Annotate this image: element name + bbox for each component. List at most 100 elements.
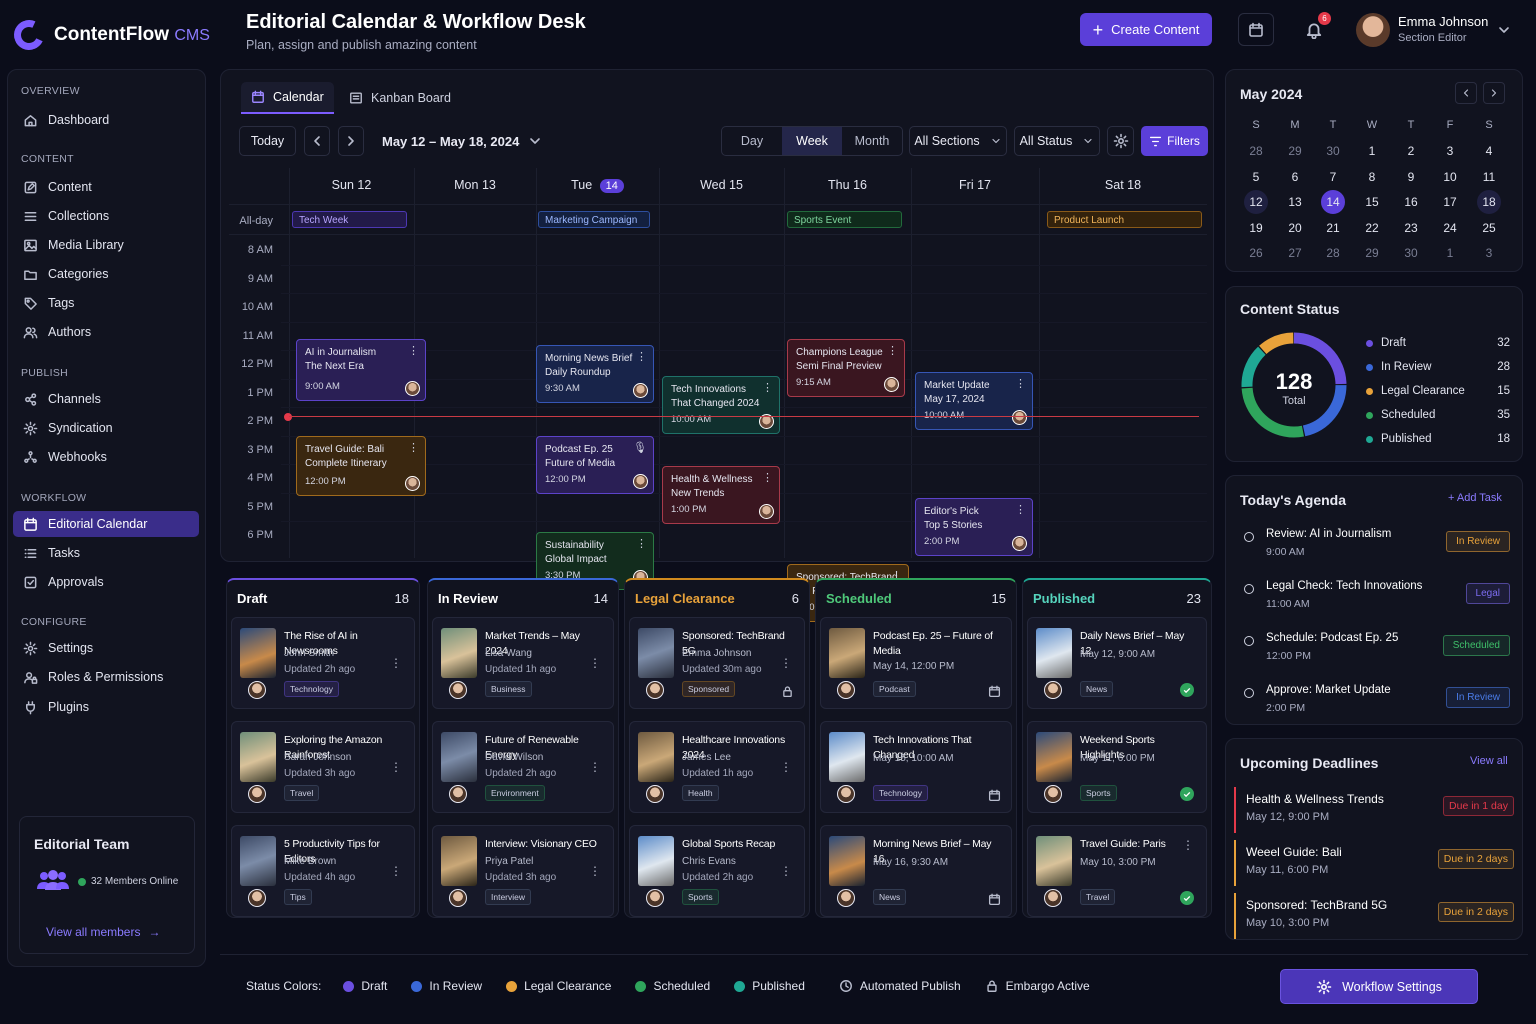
calendar-day[interactable]: 24 — [1436, 217, 1464, 239]
sidebar-item-collections[interactable]: Collections — [13, 203, 199, 229]
more-vertical-icon[interactable]: ⋮ — [762, 383, 773, 394]
sidebar-item-media-library[interactable]: Media Library — [13, 232, 199, 258]
view-all-deadlines-link[interactable]: View all — [1470, 755, 1508, 767]
task-checkbox[interactable] — [1244, 636, 1254, 646]
kanban-card[interactable]: Sponsored: TechBrand 5G Emma Johnson Updat… — [629, 617, 805, 709]
calendar-day[interactable]: 13 — [1281, 191, 1309, 213]
sidebar-item-editorial-calendar[interactable]: Editorial Calendar — [13, 511, 199, 537]
app-logo[interactable]: ContentFlow CMS — [9, 15, 254, 55]
kanban-card[interactable]: Podcast Ep. 25 – Future of Media May 14, … — [820, 617, 1012, 709]
agenda-item[interactable]: Legal Check: Tech Innovations 11:00 AM Leg… — [1240, 580, 1510, 630]
create-content-button[interactable]: + Create Content — [1080, 13, 1212, 46]
add-task-button[interactable]: + Add Task — [1448, 492, 1502, 504]
calendar-day[interactable]: 6 — [1281, 166, 1309, 188]
date-range-picker[interactable]: May 12 – May 18, 2024 — [382, 133, 543, 149]
view-month-button[interactable]: Month — [842, 127, 902, 155]
more-vertical-icon[interactable]: ⋮ — [589, 761, 601, 773]
tab-calendar[interactable]: Calendar — [241, 82, 334, 114]
calendar-day[interactable]: 29 — [1281, 140, 1309, 162]
calendar-event[interactable]: Podcast Ep. 25 Future of Media 12:00 PM 🎙 — [536, 436, 654, 494]
calendar-day[interactable]: 3 — [1436, 140, 1464, 162]
more-vertical-icon[interactable]: ⋮ — [1182, 839, 1194, 851]
kanban-card[interactable]: Travel Guide: Paris May 10, 3:00 PM Travel… — [1027, 825, 1207, 917]
sidebar-item-tags[interactable]: Tags — [13, 290, 199, 316]
more-vertical-icon[interactable]: ⋮ — [780, 657, 792, 669]
calendar-day[interactable]: 5 — [1242, 166, 1270, 188]
day-header-sun[interactable]: Sun 12 — [289, 178, 414, 192]
tab-kanban-board[interactable]: Kanban Board — [339, 82, 461, 114]
calendar-day[interactable]: 29 — [1358, 242, 1386, 264]
deadline-item[interactable]: Sponsored: TechBrand 5G May 10, 3:00 PM Du… — [1234, 893, 1516, 939]
more-vertical-icon[interactable]: ⋮ — [780, 761, 792, 773]
kanban-card[interactable]: Global Sports Recap Chris Evans Updated 2h… — [629, 825, 805, 917]
next-week-button[interactable] — [338, 126, 364, 156]
calendar-day[interactable]: 25 — [1475, 217, 1503, 239]
calendar-button[interactable] — [1238, 13, 1274, 46]
sections-filter[interactable]: All Sections — [909, 126, 1007, 156]
more-vertical-icon[interactable]: ⋮ — [762, 473, 773, 484]
sidebar-item-approvals[interactable]: Approvals — [13, 569, 199, 595]
calendar-day[interactable]: 19 — [1242, 217, 1270, 239]
calendar-day[interactable]: 28 — [1319, 242, 1347, 264]
calendar-event[interactable]: AI in Journalism The Next Era 9:00 AM ⋮ — [296, 339, 426, 401]
more-vertical-icon[interactable]: ⋮ — [636, 352, 647, 363]
more-vertical-icon[interactable]: ⋮ — [636, 539, 647, 550]
calendar-event[interactable]: Editor's Pick Top 5 Stories 2:00 PM ⋮ — [915, 498, 1033, 556]
deadline-item[interactable]: Weeel Guide: Bali May 11, 6:00 PM Due in 2… — [1234, 840, 1516, 886]
more-vertical-icon[interactable]: ⋮ — [589, 657, 601, 669]
kanban-card[interactable]: Exploring the Amazon Rainforest Sarah Joh… — [231, 721, 415, 813]
workflow-settings-button[interactable]: Workflow Settings — [1280, 969, 1478, 1004]
kanban-card[interactable]: Future of Renewable Energy David Wilson Up… — [432, 721, 614, 813]
kanban-card[interactable]: Market Trends – May 2024 Lisa Wang Updated… — [432, 617, 614, 709]
task-checkbox[interactable] — [1244, 584, 1254, 594]
calendar-day[interactable]: 3 — [1475, 242, 1503, 264]
mini-calendar-prev-button[interactable] — [1455, 82, 1477, 104]
sidebar-item-authors[interactable]: Authors — [13, 319, 199, 345]
sidebar-item-syndication[interactable]: Syndication — [13, 415, 199, 441]
view-day-button[interactable]: Day — [722, 127, 782, 155]
kanban-card[interactable]: Healthcare Innovations 2024 James Lee Upda… — [629, 721, 805, 813]
kanban-card[interactable]: Interview: Visionary CEO Priya Patel Updat… — [432, 825, 614, 917]
kanban-card[interactable]: Tech Innovations That Changed May 15, 10:… — [820, 721, 1012, 813]
calendar-day[interactable]: 28 — [1242, 140, 1270, 162]
chevron-down-icon[interactable] — [1496, 22, 1512, 38]
day-header-thu[interactable]: Thu 16 — [784, 178, 911, 192]
calendar-day[interactable]: 11 — [1475, 166, 1503, 188]
calendar-day[interactable]: 14 — [1321, 190, 1345, 214]
allday-event[interactable]: Product Launch — [1047, 211, 1202, 228]
view-week-button[interactable]: Week — [782, 127, 842, 155]
more-vertical-icon[interactable]: ⋮ — [589, 865, 601, 877]
more-vertical-icon[interactable]: ⋮ — [408, 346, 419, 357]
calendar-day[interactable]: 21 — [1319, 217, 1347, 239]
allday-event[interactable]: Tech Week — [292, 211, 407, 228]
sidebar-item-channels[interactable]: Channels — [13, 386, 199, 412]
calendar-day[interactable]: 1 — [1358, 140, 1386, 162]
kanban-card[interactable]: The Rise of AI in Newsrooms John Smith Upd… — [231, 617, 415, 709]
calendar-day[interactable]: 9 — [1397, 166, 1425, 188]
day-header-sat[interactable]: Sat 18 — [1039, 178, 1207, 192]
kanban-card[interactable]: Weekend Sports Highlights May 11, 6:00 PM… — [1027, 721, 1207, 813]
day-header-fri[interactable]: Fri 17 — [911, 178, 1039, 192]
prev-week-button[interactable] — [304, 126, 330, 156]
agenda-item[interactable]: Review: AI in Journalism 9:00 AM In Review — [1240, 528, 1510, 578]
kanban-card[interactable]: 5 Productivity Tips for Editors Mike Brow… — [231, 825, 415, 917]
calendar-day[interactable]: 26 — [1242, 242, 1270, 264]
sidebar-item-roles-and-permissions[interactable]: Roles & Permissions — [13, 664, 199, 690]
sidebar-item-tasks[interactable]: Tasks — [13, 540, 199, 566]
more-vertical-icon[interactable]: ⋮ — [390, 865, 402, 877]
sidebar-item-categories[interactable]: Categories — [13, 261, 199, 287]
day-header-wed[interactable]: Wed 15 — [659, 178, 784, 192]
calendar-event[interactable]: Travel Guide: Bali Complete Itinerary 12:0… — [296, 436, 426, 496]
calendar-day[interactable]: 18 — [1477, 190, 1501, 214]
calendar-event[interactable]: Tech Innovations That Changed 2024 10:00 A… — [662, 376, 780, 434]
calendar-day[interactable]: 12 — [1244, 190, 1268, 214]
more-vertical-icon[interactable]: ⋮ — [408, 443, 419, 454]
view-all-members-link[interactable]: View all members → — [46, 925, 160, 939]
kanban-card[interactable]: Morning News Brief – May 16 May 16, 9:30 … — [820, 825, 1012, 917]
more-vertical-icon[interactable]: ⋮ — [390, 761, 402, 773]
calendar-day[interactable]: 10 — [1436, 166, 1464, 188]
calendar-day[interactable]: 30 — [1319, 140, 1347, 162]
more-vertical-icon[interactable]: ⋮ — [1015, 379, 1026, 390]
calendar-day[interactable]: 17 — [1436, 191, 1464, 213]
calendar-day[interactable]: 8 — [1358, 166, 1386, 188]
